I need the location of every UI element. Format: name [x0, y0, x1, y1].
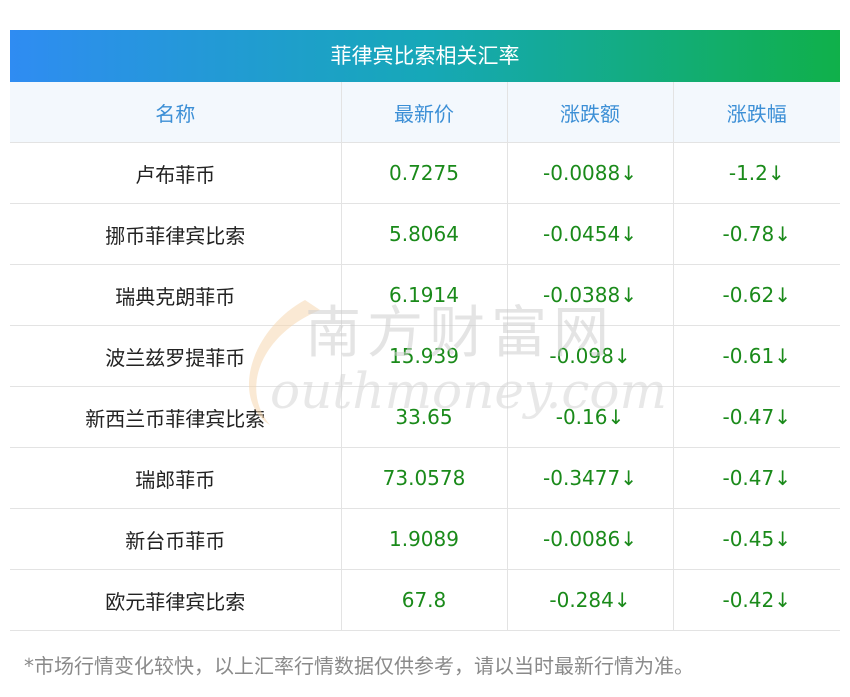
row-change-cell: -0.0086↓ — [507, 508, 674, 570]
row-name-cell: 瑞郎菲币 — [10, 447, 342, 509]
row-pct-cell: -0.47↓ — [673, 447, 840, 509]
table-row: 波兰兹罗提菲币 15.939 -0.098↓ -0.61↓ — [10, 325, 840, 387]
row-price-cell: 33.65 — [341, 386, 508, 448]
row-price-cell: 5.8064 — [341, 203, 508, 265]
column-header-price: 最新价 — [341, 82, 508, 143]
row-pct-cell: -0.78↓ — [673, 203, 840, 265]
exchange-rate-card: 菲律宾比索相关汇率 名称 最新价 涨跌额 涨跌幅 卢布菲币 0.7275 -0.00… — [10, 30, 840, 631]
row-pct-cell: -1.2↓ — [673, 142, 840, 204]
row-price-cell: 73.0578 — [341, 447, 508, 509]
table-row: 瑞郎菲币 73.0578 -0.3477↓ -0.47↓ — [10, 447, 840, 509]
row-change-cell: -0.0388↓ — [507, 264, 674, 326]
row-change-cell: -0.16↓ — [507, 386, 674, 448]
row-name-cell: 新台币菲币 — [10, 508, 342, 570]
table-row: 挪币菲律宾比索 5.8064 -0.0454↓ -0.78↓ — [10, 203, 840, 265]
table-header-row: 名称 最新价 涨跌额 涨跌幅 — [10, 82, 840, 143]
row-name-cell: 挪币菲律宾比索 — [10, 203, 342, 265]
row-price-cell: 67.8 — [341, 569, 508, 631]
row-change-cell: -0.098↓ — [507, 325, 674, 387]
row-pct-cell: -0.62↓ — [673, 264, 840, 326]
row-change-cell: -0.0088↓ — [507, 142, 674, 204]
row-name-cell: 卢布菲币 — [10, 142, 342, 204]
column-header-pct: 涨跌幅 — [673, 82, 840, 143]
table-row: 新台币菲币 1.9089 -0.0086↓ -0.45↓ — [10, 508, 840, 570]
table-title: 菲律宾比索相关汇率 — [10, 30, 840, 82]
row-name-cell: 欧元菲律宾比索 — [10, 569, 342, 631]
disclaimer-footnote: *市场行情变化较快，以上汇率行情数据仅供参考，请以当时最新行情为准。 — [24, 654, 694, 678]
exchange-rate-table: 名称 最新价 涨跌额 涨跌幅 卢布菲币 0.7275 -0.0088↓ -1.2↓ 挪币… — [10, 82, 840, 631]
row-change-cell: -0.284↓ — [507, 569, 674, 631]
table-row: 卢布菲币 0.7275 -0.0088↓ -1.2↓ — [10, 142, 840, 204]
row-price-cell: 15.939 — [341, 325, 508, 387]
table-row: 瑞典克朗菲币 6.1914 -0.0388↓ -0.62↓ — [10, 264, 840, 326]
row-pct-cell: -0.47↓ — [673, 386, 840, 448]
column-header-change: 涨跌额 — [507, 82, 674, 143]
row-change-cell: -0.3477↓ — [507, 447, 674, 509]
row-price-cell: 6.1914 — [341, 264, 508, 326]
row-name-cell: 波兰兹罗提菲币 — [10, 325, 342, 387]
row-pct-cell: -0.61↓ — [673, 325, 840, 387]
table-row: 新西兰币菲律宾比索 33.65 -0.16↓ -0.47↓ — [10, 386, 840, 448]
row-price-cell: 0.7275 — [341, 142, 508, 204]
column-header-name: 名称 — [10, 82, 342, 143]
row-pct-cell: -0.45↓ — [673, 508, 840, 570]
row-price-cell: 1.9089 — [341, 508, 508, 570]
table-row: 欧元菲律宾比索 67.8 -0.284↓ -0.42↓ — [10, 569, 840, 631]
row-name-cell: 瑞典克朗菲币 — [10, 264, 342, 326]
row-change-cell: -0.0454↓ — [507, 203, 674, 265]
row-name-cell: 新西兰币菲律宾比索 — [10, 386, 342, 448]
row-pct-cell: -0.42↓ — [673, 569, 840, 631]
